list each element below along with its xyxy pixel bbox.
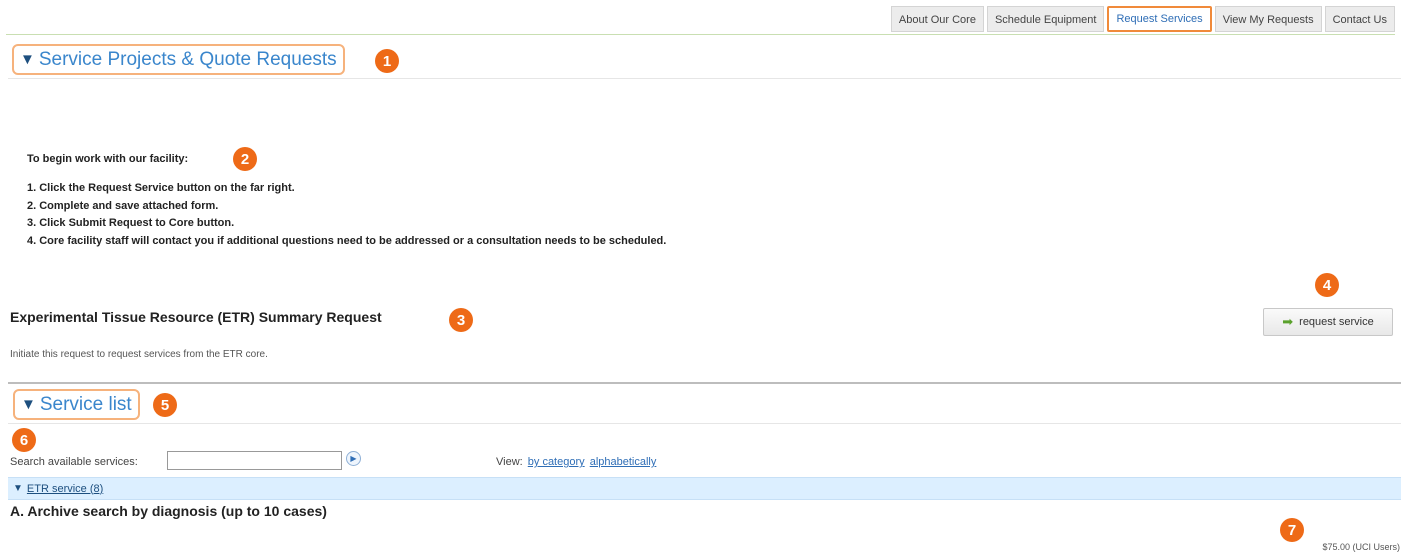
tab-contact-us[interactable]: Contact Us	[1324, 6, 1395, 32]
tab-about-our-core[interactable]: About Our Core	[890, 6, 984, 32]
request-description: Initiate this request to request service…	[10, 349, 268, 360]
tab-schedule-equipment[interactable]: Schedule Equipment	[986, 6, 1105, 32]
view-label: View:	[496, 456, 523, 468]
arrow-right-icon: ➡	[1282, 314, 1294, 329]
collapse-triangle-icon: ▼	[21, 396, 36, 413]
view-by-category-link[interactable]: by category	[528, 456, 585, 468]
step-4: 4. Core facility staff will contact you …	[27, 234, 667, 247]
section-divider	[8, 423, 1401, 424]
category-header[interactable]: ▼ ETR service (8)	[8, 477, 1401, 500]
service-item-title: A. Archive search by diagnosis (up to 10…	[10, 503, 327, 519]
service-list-section-toggle[interactable]: ▼ Service list	[13, 389, 140, 420]
request-title: Experimental Tissue Resource (ETR) Summa…	[10, 309, 382, 325]
step-2: 2. Complete and save attached form.	[27, 199, 219, 212]
service-price: $75.00 (UCI Users)	[1322, 542, 1400, 552]
service-projects-section-toggle[interactable]: ▼ Service Projects & Quote Requests	[12, 44, 345, 75]
collapse-triangle-icon: ▼	[13, 483, 23, 494]
top-nav-tabs: About Our Core Schedule Equipment Reques…	[890, 6, 1395, 32]
view-alphabetically-link[interactable]: alphabetically	[590, 456, 657, 468]
request-service-button[interactable]: ➡ request service	[1263, 308, 1393, 336]
request-service-label: request service	[1299, 316, 1374, 328]
search-go-icon[interactable]: ▶	[346, 451, 361, 466]
search-input[interactable]	[167, 451, 342, 470]
collapse-triangle-icon: ▼	[20, 51, 35, 68]
step-1: 1. Click the Request Service button on t…	[27, 182, 295, 194]
nav-divider	[6, 34, 1395, 35]
callout-badge-6: 6	[12, 428, 36, 452]
instruction-steps: 1. Click the Request Service button on t…	[27, 180, 666, 250]
callout-badge-4: 4	[1315, 273, 1339, 297]
category-link[interactable]: ETR service (8)	[27, 483, 103, 495]
section-divider	[8, 78, 1401, 79]
callout-badge-3: 3	[449, 308, 473, 332]
callout-badge-5: 5	[153, 393, 177, 417]
search-label: Search available services:	[10, 456, 138, 468]
callout-badge-1: 1	[375, 49, 399, 73]
section-divider	[8, 382, 1401, 384]
tab-request-services[interactable]: Request Services	[1107, 6, 1212, 32]
section-title: Service Projects & Quote Requests	[38, 48, 337, 70]
step-3: 3. Click Submit Request to Core button.	[27, 217, 235, 229]
intro-heading: To begin work with our facility:	[27, 153, 189, 165]
tab-view-my-requests[interactable]: View My Requests	[1214, 6, 1322, 32]
callout-badge-7: 7	[1280, 518, 1304, 542]
section-title: Service list	[39, 393, 132, 415]
view-options: View: by category alphabetically	[496, 456, 656, 468]
callout-badge-2: 2	[233, 147, 257, 171]
